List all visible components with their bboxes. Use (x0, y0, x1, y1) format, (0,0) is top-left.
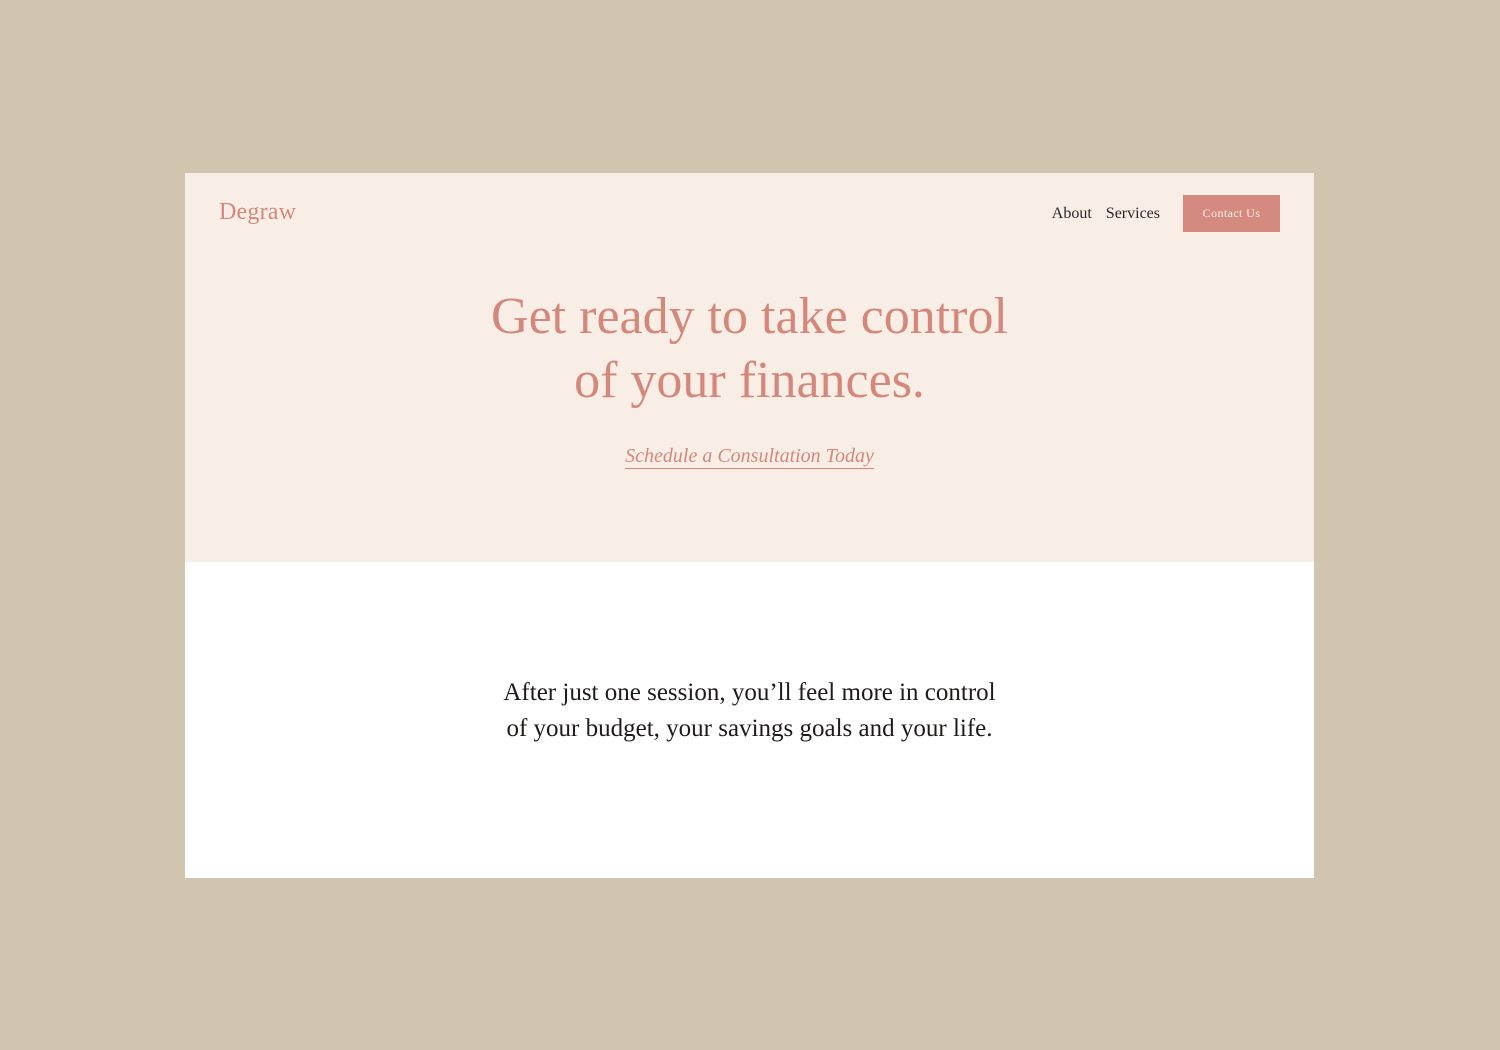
main-nav: About Services Contact Us (1052, 195, 1280, 232)
intro-line-1: After just one session, you’ll feel more… (503, 679, 996, 706)
hero-headline-line-1: Get ready to take control (491, 288, 1008, 345)
page-background: { "header": { "logo": "Degraw", "nav": {… (0, 0, 1500, 1050)
nav-link-about[interactable]: About (1052, 204, 1092, 224)
schedule-consultation-link[interactable]: Schedule a Consultation Today (625, 445, 874, 469)
intro-paragraph: After just one session, you’ll feel more… (185, 675, 1314, 747)
intro-line-2: of your budget, your savings goals and y… (506, 715, 993, 742)
hero-headline: Get ready to take control of your financ… (185, 285, 1314, 413)
website-frame: Degraw About Services Contact Us Get rea… (185, 173, 1314, 878)
hero-section: Degraw About Services Contact Us Get rea… (185, 173, 1314, 562)
logo[interactable]: Degraw (219, 197, 296, 227)
nav-link-services[interactable]: Services (1106, 204, 1160, 224)
cta-link-wrapper: Schedule a Consultation Today (185, 443, 1314, 469)
hero-headline-line-2: of your finances. (574, 352, 925, 409)
contact-us-button[interactable]: Contact Us (1183, 195, 1280, 232)
